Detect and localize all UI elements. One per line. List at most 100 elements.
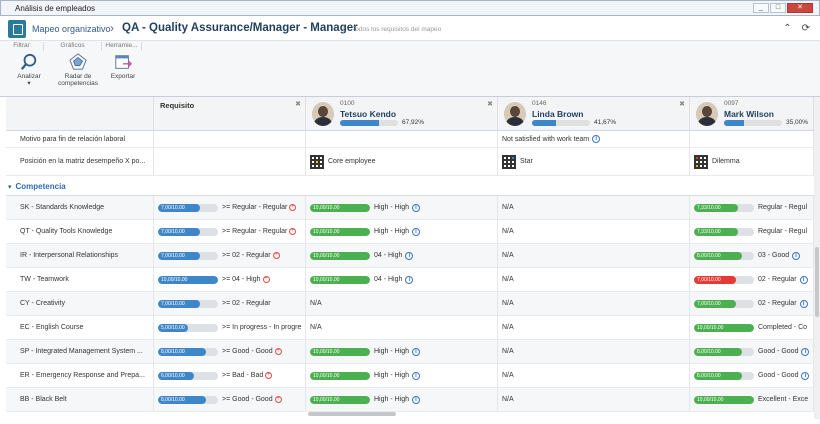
label-column-header	[6, 97, 154, 131]
score-text: Regular - Regul	[758, 204, 808, 211]
requirement-bar: 8,00/10,00	[158, 395, 218, 404]
employee-progress-percent: 67,92%	[402, 119, 425, 126]
info-icon[interactable]: i	[405, 251, 414, 260]
add-icon[interactable]: +	[274, 396, 282, 403]
requirement-bar: 7,00/10,00	[158, 299, 218, 308]
competency-label: SP - Integrated Management System ...	[6, 340, 154, 363]
minimize-button[interactable]: _	[753, 3, 769, 13]
requirement-text: >= In progress - In progre	[222, 324, 302, 331]
add-icon[interactable]: +	[262, 276, 270, 283]
collapse-caret-icon[interactable]: ▾	[8, 183, 12, 191]
employee-name[interactable]: Linda Brown	[532, 109, 583, 119]
requirement-text: >= 02 - Regular	[222, 252, 271, 259]
score-text: N/A	[502, 324, 514, 331]
org-mapping-icon	[8, 20, 26, 38]
add-icon[interactable]: +	[274, 348, 282, 355]
collapse-icon[interactable]: ⌃	[783, 23, 791, 34]
requirement-cell: 7,00/10,00 >= 02 - Regular	[154, 292, 306, 315]
close-column-icon[interactable]: ✖	[487, 100, 493, 108]
bar-value: 7,00/10,00	[161, 228, 185, 235]
bar-value: 10,00/10,00	[313, 228, 340, 235]
score-text: 02 - Regular	[758, 300, 797, 307]
requirement-cell: 7,00/10,00 >= Regular - Regular +	[154, 220, 306, 243]
table-row: Motivo para fin de relación laboral Not …	[6, 131, 814, 148]
close-window-button[interactable]: ✕	[787, 3, 813, 13]
score-text: Regular - Regul	[758, 228, 808, 235]
score-text: 04 - High	[374, 276, 403, 283]
info-icon[interactable]: i	[412, 347, 421, 356]
requirement-text: >= Good - Good	[222, 348, 273, 355]
score-bar: 10,00/10,00	[310, 227, 370, 236]
employee-cell: Dilemma	[690, 148, 814, 175]
close-column-icon[interactable]: ✖	[679, 100, 685, 108]
score-text: 02 - Regular	[758, 276, 797, 283]
analyze-button[interactable]: Analizar ▾	[10, 53, 48, 87]
bar-value: 10,00/10,00	[313, 372, 340, 379]
vertical-scrollbar[interactable]	[814, 97, 820, 419]
score-bar: 10,00/10,00	[310, 395, 370, 404]
breadcrumb-root[interactable]: Mapeo organizativo	[32, 24, 111, 34]
info-icon[interactable]: i	[412, 395, 421, 404]
table-row: QT - Quality Tools Knowledge 7,00/10,00 …	[6, 220, 814, 244]
info-icon[interactable]: i	[801, 371, 810, 380]
competency-label: TW - Teamwork	[6, 268, 154, 291]
ribbon-tab-tools[interactable]: Herramie...	[102, 42, 142, 51]
employee-score-cell: N/A	[498, 340, 690, 363]
competency-section-header[interactable]: ▾ Competencia	[6, 178, 814, 196]
score-bar: 10,00/10,00	[310, 251, 370, 260]
requirement-header-label: Requisito	[160, 101, 195, 110]
info-icon[interactable]: i	[799, 275, 808, 284]
employee-score-cell: 10,00/10,00 04 - High i	[306, 244, 498, 267]
competency-radar-button[interactable]: Radar de competencias	[54, 53, 102, 87]
info-icon[interactable]: i	[412, 371, 421, 380]
info-icon[interactable]: i	[792, 251, 801, 260]
window-title: Análisis de empleados	[15, 3, 96, 13]
score-bar: 10,00/10,00	[694, 323, 754, 332]
bar-value: 5,00/10,00	[161, 324, 185, 331]
employee-score-cell: 7,33/10,00 Regular - Regul	[690, 220, 814, 243]
employee-cell	[690, 131, 814, 147]
info-icon[interactable]: i	[799, 299, 808, 308]
competency-label: EC - English Course	[6, 316, 154, 339]
score-text: N/A	[502, 300, 514, 307]
table-row: SK - Standards Knowledge 7,00/10,00 >= R…	[6, 196, 814, 220]
info-icon[interactable]: i	[412, 227, 421, 236]
requirement-cell	[154, 131, 306, 147]
score-text: High - High	[374, 204, 410, 211]
add-icon[interactable]: +	[289, 228, 297, 235]
requirement-cell: 7,00/10,00 >= 02 - Regular +	[154, 244, 306, 267]
info-icon[interactable]: i	[412, 203, 421, 212]
requirement-text: >= Good - Good	[222, 396, 273, 403]
ribbon-tab-charts[interactable]: Gráficos	[44, 42, 102, 51]
close-column-icon[interactable]: ✖	[295, 100, 301, 108]
employee-score-cell: 10,00/10,00 High - High i	[306, 340, 498, 363]
employee-name[interactable]: Tetsuo Kendo	[340, 109, 396, 119]
ribbon-tab-filter[interactable]: Filtrar	[0, 42, 44, 51]
employee-score-cell: 8,00/10,00 03 - Good i	[690, 244, 814, 267]
window-titlebar: Análisis de empleados _ □ ✕	[0, 0, 820, 16]
employee-score-cell: N/A	[498, 364, 690, 387]
score-text: N/A	[502, 252, 514, 259]
employee-score-cell: 8,00/10,00 Good - Good i	[690, 364, 814, 387]
info-icon[interactable]: i	[405, 275, 414, 284]
score-bar: 10,00/10,00	[694, 395, 754, 404]
horizontal-scrollbar[interactable]	[308, 412, 396, 416]
employee-cell: Not satisfied with work team i	[498, 131, 690, 147]
employee-name[interactable]: Mark Wilson	[724, 109, 774, 119]
add-icon[interactable]: +	[265, 372, 273, 379]
info-icon[interactable]: i	[801, 347, 810, 356]
table-row: BB - Black Belt 8,00/10,00 >= Good - Goo…	[6, 388, 814, 412]
bar-value: 8,00/10,00	[697, 348, 721, 355]
score-text: 03 - Good	[758, 252, 790, 259]
employee-code: 0146	[532, 100, 547, 107]
bar-value: 10,00/10,00	[313, 348, 340, 355]
score-text: High - High	[374, 396, 410, 403]
add-icon[interactable]: +	[272, 252, 280, 259]
score-text: N/A	[502, 396, 514, 403]
page-header: Mapeo organizativo › QA - Quality Assura…	[0, 17, 820, 41]
export-button[interactable]: Exportar	[106, 53, 140, 80]
refresh-icon[interactable]: ⟳	[802, 23, 810, 34]
add-icon[interactable]: +	[289, 204, 297, 211]
maximize-button[interactable]: □	[770, 3, 786, 13]
info-icon[interactable]: i	[592, 135, 601, 143]
